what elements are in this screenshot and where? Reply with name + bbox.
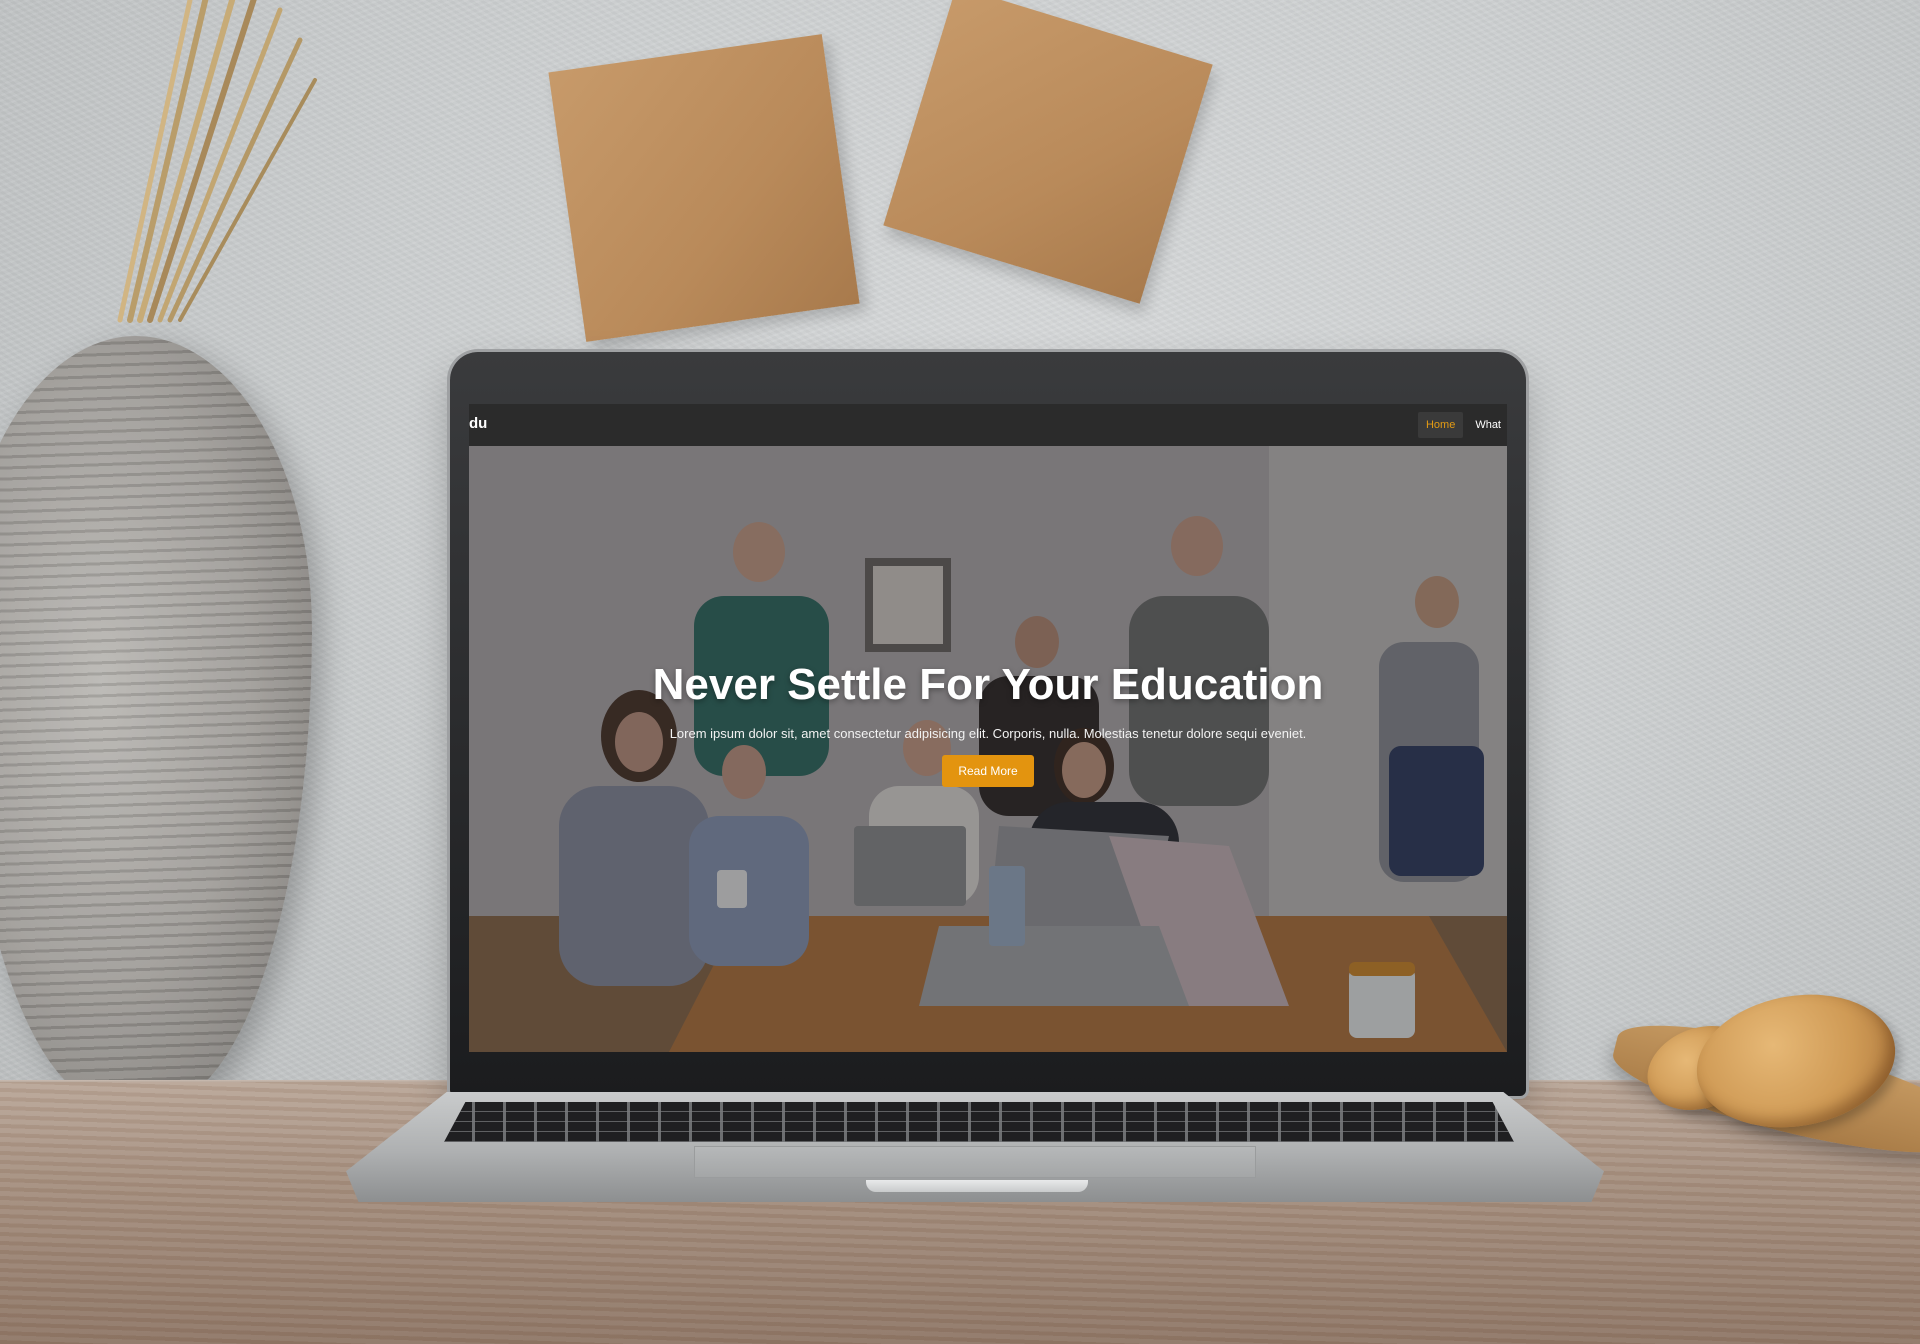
hero-section: Never Settle For Your Education Lorem ip… <box>469 446 1507 1052</box>
nav-links: Home What <box>1417 412 1507 438</box>
site-brand[interactable]: du <box>469 415 487 432</box>
site-navbar: du Home What <box>469 404 1507 446</box>
keyboard-rows <box>444 1102 1514 1142</box>
laptop-trackpad <box>694 1146 1256 1178</box>
hero-content: Never Settle For Your Education Lorem ip… <box>469 660 1507 787</box>
laptop-notch <box>866 1180 1088 1192</box>
dried-stems <box>117 0 317 323</box>
laptop-screen: du Home What Never Settle For Your Educa… <box>469 404 1507 1052</box>
hero-subtitle: Lorem ipsum dolor sit, amet consectetur … <box>669 726 1307 741</box>
nav-link-home[interactable]: Home <box>1417 412 1464 438</box>
sticky-note-left <box>548 34 860 342</box>
desk-mockup-scene: du Home What Never Settle For Your Educa… <box>0 0 1920 1344</box>
hero-title: Never Settle For Your Education <box>652 660 1324 709</box>
nav-link-what[interactable]: What <box>1469 412 1507 438</box>
read-more-button[interactable]: Read More <box>942 755 1034 787</box>
